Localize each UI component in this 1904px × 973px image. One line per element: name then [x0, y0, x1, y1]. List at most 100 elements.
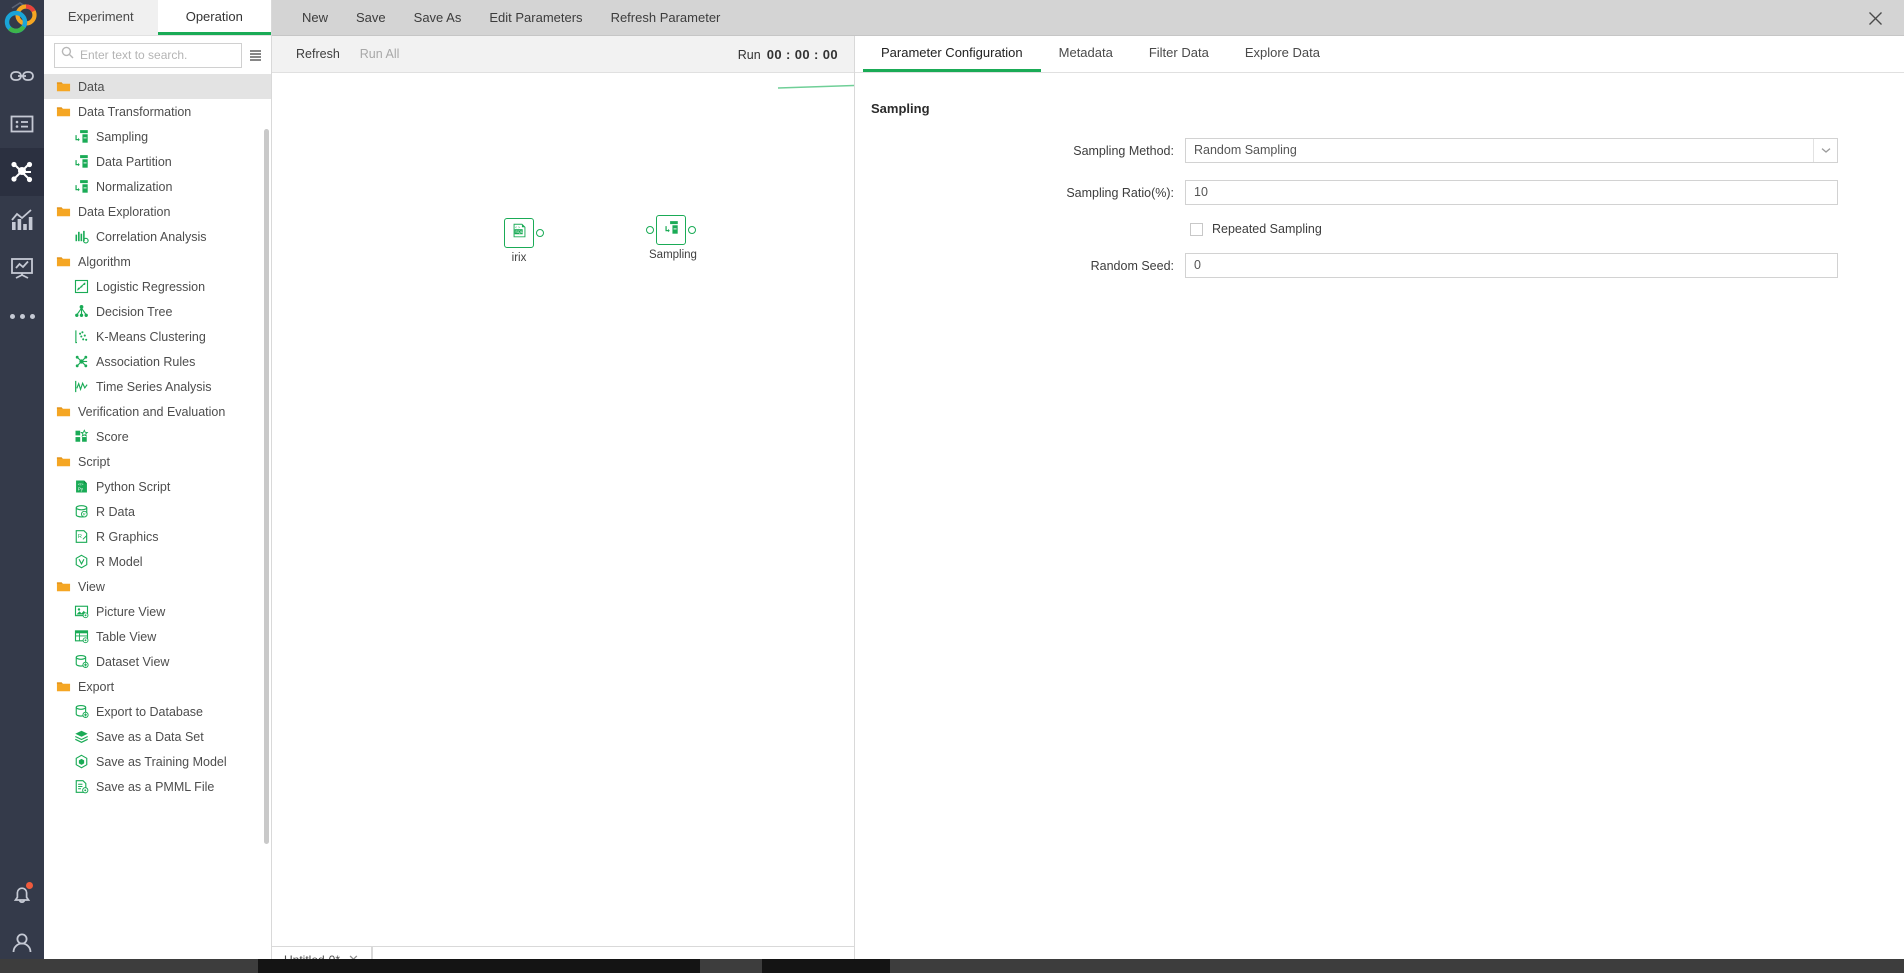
- tree-item-correlation-analysis[interactable]: Correlation Analysis: [44, 224, 271, 249]
- repeated-sampling-label: Repeated Sampling: [1212, 222, 1322, 236]
- chevron-down-icon[interactable]: [1813, 139, 1837, 162]
- rail-item-notifications[interactable]: [0, 871, 44, 919]
- tab-explore-data[interactable]: Explore Data: [1227, 36, 1338, 72]
- taskbar-segment: [0, 959, 258, 973]
- folder-icon: [56, 104, 71, 119]
- tree-item-export[interactable]: Export: [44, 674, 271, 699]
- tree-item-time-series-analysis[interactable]: Time Series Analysis: [44, 374, 271, 399]
- tree-item-r-graphics[interactable]: R R Graphics: [44, 524, 271, 549]
- tree-item-export-to-database[interactable]: Export to Database: [44, 699, 271, 724]
- sampling-ratio-label: Sampling Ratio(%):: [1066, 185, 1174, 200]
- tree-item-table-view[interactable]: Table View: [44, 624, 271, 649]
- tree-item-label: Time Series Analysis: [96, 379, 212, 394]
- sampling-method-select[interactable]: Random Sampling: [1185, 138, 1838, 163]
- node-output-port[interactable]: [688, 226, 696, 234]
- tree-item-r-model[interactable]: R Model: [44, 549, 271, 574]
- menu-edit-parameters[interactable]: Edit Parameters: [475, 0, 596, 36]
- application-window: Experiment Operation Enter text to searc…: [0, 0, 1904, 973]
- rail-item-connections[interactable]: [0, 52, 44, 100]
- tree-item-data-exploration[interactable]: Data Exploration: [44, 199, 271, 224]
- tree-item-label: Correlation Analysis: [96, 229, 207, 244]
- tab-experiment[interactable]: Experiment: [44, 0, 158, 35]
- sampling-method-value: Random Sampling: [1194, 143, 1297, 157]
- tree-item-save-as-a-pmml-file[interactable]: Save as a PMML File: [44, 774, 271, 799]
- main-area: New Save Save As Edit Parameters Refresh…: [272, 0, 1904, 973]
- tree-item-label: Save as Training Model: [96, 754, 227, 769]
- correlation-icon: [74, 229, 89, 244]
- tree-item-sampling[interactable]: Sampling: [44, 124, 271, 149]
- tab-operation[interactable]: Operation: [157, 0, 271, 35]
- repeated-sampling-checkbox[interactable]: [1190, 222, 1203, 236]
- rail-item-datasets[interactable]: [0, 100, 44, 148]
- tree-item-label: Data Exploration: [78, 204, 171, 219]
- node-output-port[interactable]: [536, 229, 544, 237]
- refresh-button[interactable]: Refresh: [286, 47, 350, 61]
- save-model-icon: [74, 754, 89, 769]
- menu-new[interactable]: New: [288, 0, 342, 36]
- folder-icon: [56, 579, 71, 594]
- tree-item-label: K-Means Clustering: [96, 329, 206, 344]
- experiment-canvas[interactable]: < > SQL irix Sampling: [272, 73, 854, 946]
- tree-item-script[interactable]: Script: [44, 449, 271, 474]
- tree-item-r-data[interactable]: R R Data: [44, 499, 271, 524]
- list-card-icon: [9, 111, 35, 137]
- search-box[interactable]: [54, 42, 242, 68]
- timeseries-icon: [74, 379, 89, 394]
- list-menu-icon[interactable]: [248, 44, 263, 66]
- tree-scrollbar-thumb[interactable]: [264, 129, 269, 844]
- canvas-node-irix[interactable]: < > SQL irix: [497, 218, 544, 264]
- r-data-icon: R: [74, 504, 89, 519]
- tree-item-k-means-clustering[interactable]: K-Means Clustering: [44, 324, 271, 349]
- tree-item-normalization[interactable]: Normalization: [44, 174, 271, 199]
- sidebar: Experiment Operation Enter text to searc…: [44, 0, 272, 973]
- tree-item-python-script[interactable]: </> Py Python Script: [44, 474, 271, 499]
- tree-scrollbar[interactable]: [264, 74, 270, 973]
- workspace-row: Refresh Run All Run 00 : 00 : 00 < > SQL i…: [272, 36, 1904, 973]
- app-logo: [0, 2, 44, 42]
- tree-item-label: Sampling: [96, 129, 149, 144]
- rail-item-more[interactable]: [0, 292, 44, 340]
- tree-item-data[interactable]: Data: [44, 74, 271, 99]
- tree-item-save-as-a-data-set[interactable]: Save as a Data Set: [44, 724, 271, 749]
- tab-filter-data[interactable]: Filter Data: [1131, 36, 1227, 72]
- tab-metadata[interactable]: Metadata: [1041, 36, 1131, 72]
- menu-save[interactable]: Save: [342, 0, 400, 36]
- node-input-port[interactable]: [646, 226, 654, 234]
- random-seed-input[interactable]: 0: [1185, 253, 1838, 278]
- canvas-node-box[interactable]: [646, 215, 696, 245]
- tree-item-picture-view[interactable]: Picture View: [44, 599, 271, 624]
- canvas-node-box[interactable]: < > SQL: [504, 218, 544, 248]
- random-seed-row: Random Seed: 0: [855, 253, 1904, 278]
- rail-item-experiments[interactable]: [0, 148, 44, 196]
- run-all-button[interactable]: Run All: [350, 47, 410, 61]
- tree-item-verification-and-evaluation[interactable]: Verification and Evaluation: [44, 399, 271, 424]
- search-input[interactable]: [80, 48, 235, 62]
- save-pmml-icon: [74, 779, 89, 794]
- tree-item-data-partition[interactable]: Data Partition: [44, 149, 271, 174]
- tree-item-algorithm[interactable]: Algorithm: [44, 249, 271, 274]
- right-panel: Parameter Configuration Metadata Filter …: [855, 36, 1904, 973]
- tree-item-association-rules[interactable]: Association Rules: [44, 349, 271, 374]
- tree-item-score[interactable]: Score: [44, 424, 271, 449]
- export-db-icon: [74, 704, 89, 719]
- tree-item-dataset-view[interactable]: Dataset View: [44, 649, 271, 674]
- menu-refresh-parameter[interactable]: Refresh Parameter: [597, 0, 735, 36]
- tree-item-decision-tree[interactable]: Decision Tree: [44, 299, 271, 324]
- tree-item-save-as-training-model[interactable]: Save as Training Model: [44, 749, 271, 774]
- tree-item-view[interactable]: View: [44, 574, 271, 599]
- rail-item-reports[interactable]: [0, 196, 44, 244]
- close-icon[interactable]: [1860, 0, 1890, 36]
- icon-rail: [0, 0, 44, 973]
- rail-items: [0, 52, 44, 340]
- sampling-method-row: Sampling Method: Random Sampling: [855, 138, 1904, 163]
- tree-item-label: Algorithm: [78, 254, 131, 269]
- tree-item-logistic-regression[interactable]: Logistic Regression: [44, 274, 271, 299]
- svg-text:SQL: SQL: [515, 229, 524, 234]
- rail-item-dashboards[interactable]: [0, 244, 44, 292]
- tab-parameter-configuration[interactable]: Parameter Configuration: [863, 36, 1041, 72]
- tree-item-data-transformation[interactable]: Data Transformation: [44, 99, 271, 124]
- tree-scroll-area[interactable]: Data Data Transformation Sampling Data Part…: [44, 74, 271, 973]
- menu-save-as[interactable]: Save As: [400, 0, 476, 36]
- sampling-ratio-input[interactable]: 10: [1185, 180, 1838, 205]
- canvas-node-sampling[interactable]: Sampling: [646, 215, 697, 261]
